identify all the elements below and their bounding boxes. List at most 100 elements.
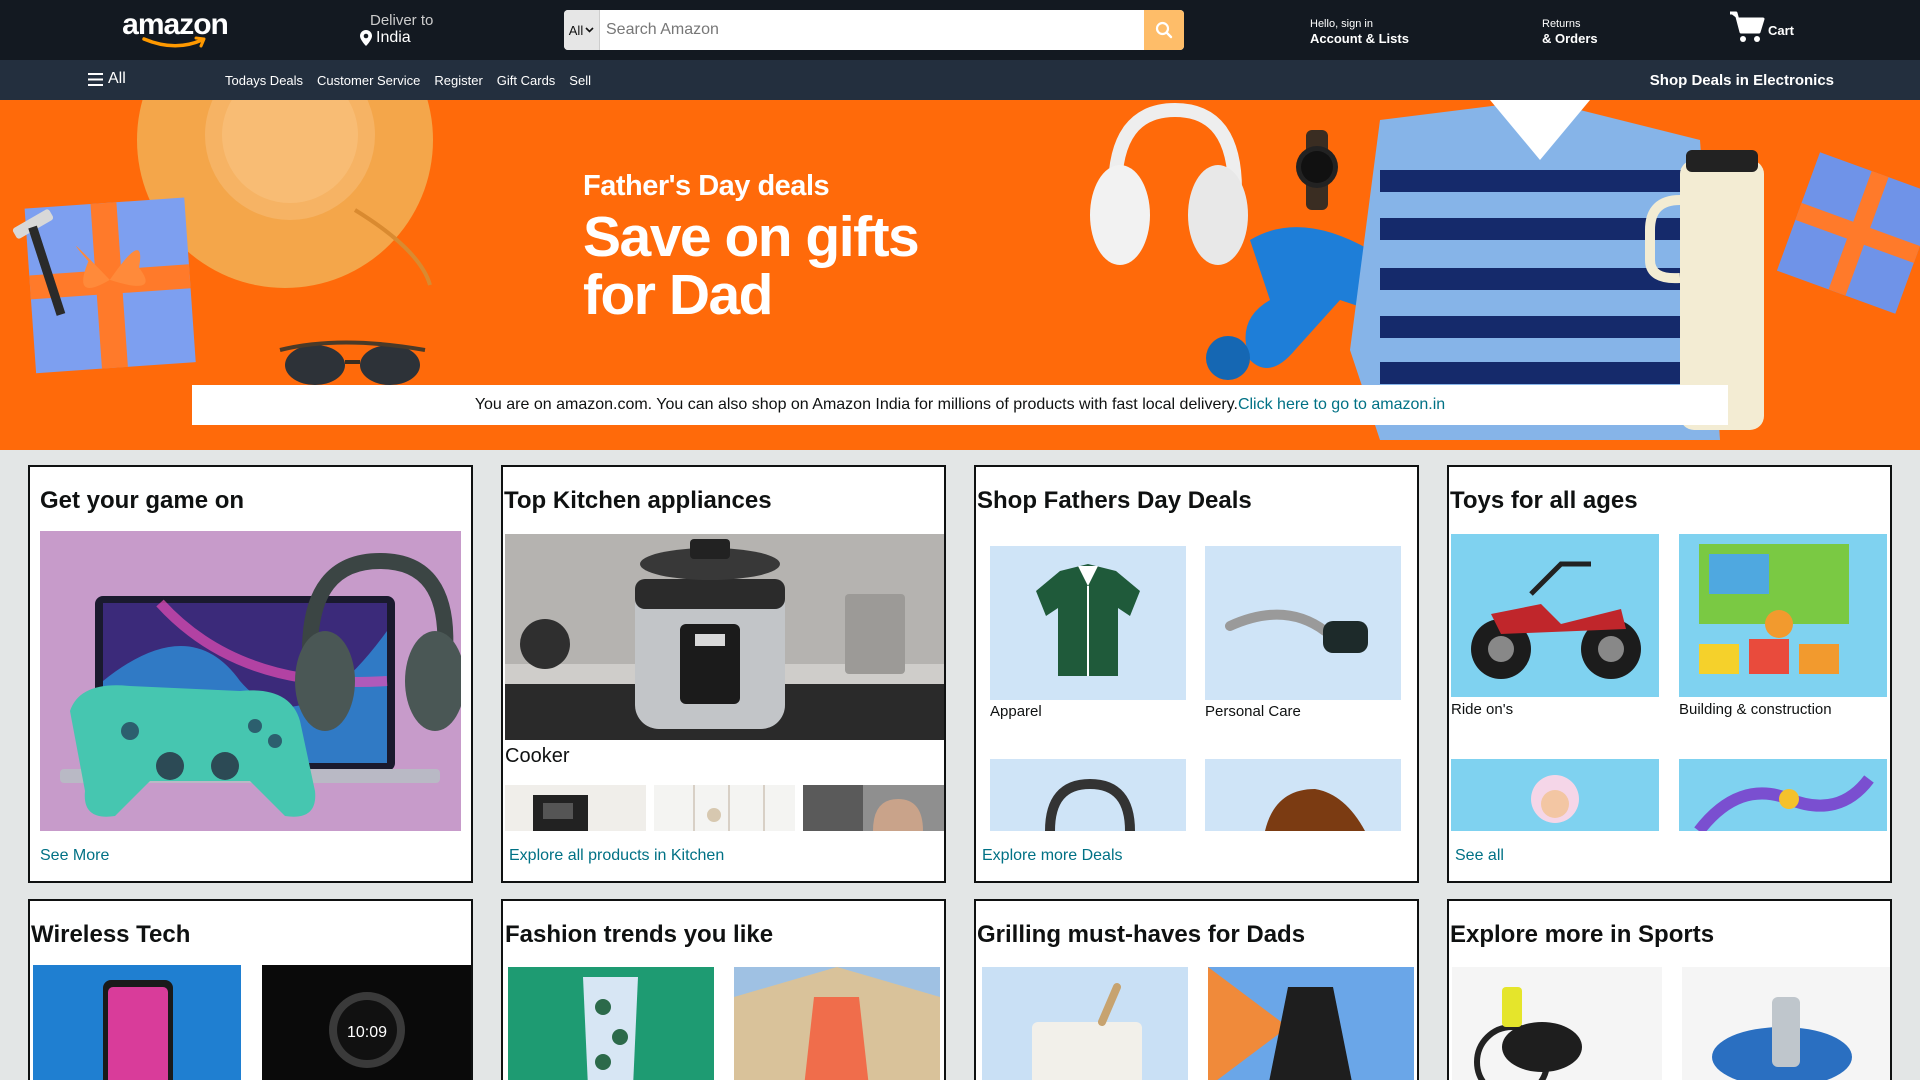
svg-text:10:09: 10:09: [347, 1024, 387, 1041]
top-illustration: [734, 967, 940, 1080]
subnav-link-todays-deals[interactable]: Todays Deals: [225, 73, 303, 88]
card-title: Top Kitchen appliances: [504, 487, 772, 514]
subnav-links: Todays Deals Customer Service Register G…: [225, 73, 591, 88]
hero-banner[interactable]: Father's Day deals Save on gifts for Dad…: [0, 100, 1920, 450]
hero-subtitle: Father's Day deals: [583, 170, 830, 202]
bike-helmet-illustration: [1474, 987, 1582, 1080]
phone-illustration: [103, 980, 173, 1080]
tile-bottle[interactable]: [1682, 967, 1890, 1080]
card-grilling: Grilling must-haves for Dads: [974, 899, 1419, 1080]
hero-title-line1: Save on gifts: [583, 205, 920, 269]
card-link-see-more[interactable]: See More: [40, 847, 109, 865]
location-pin-icon: [360, 30, 372, 46]
card-game: Get your game on See More: [28, 465, 473, 883]
kitchen-thumb-shelf[interactable]: [654, 785, 795, 831]
gaming-illustration: [40, 531, 461, 831]
card-fashion: Fashion trends you like: [501, 899, 946, 1080]
derma-roller-illustration: [1225, 609, 1368, 653]
shoe-illustration: [1265, 789, 1365, 831]
dress-illustration: [583, 977, 638, 1080]
top-navbar: amazon Deliver to India All H: [0, 0, 1920, 60]
deliver-to[interactable]: Deliver to India: [360, 12, 433, 47]
cooker-image[interactable]: [505, 534, 944, 740]
gaming-image[interactable]: [40, 531, 461, 831]
account-lists[interactable]: Hello, sign in Account & Lists: [1310, 17, 1409, 47]
tile-building[interactable]: [1679, 534, 1887, 697]
sub-navbar: All Todays Deals Customer Service Regist…: [0, 60, 1920, 100]
smartwatch-illustration: 10:09: [329, 992, 405, 1068]
subnav-link-customer-service[interactable]: Customer Service: [317, 73, 420, 88]
subnav-link-sell[interactable]: Sell: [569, 73, 591, 88]
tile-caption-personal-care: Personal Care: [1205, 703, 1301, 720]
card-link-explore-deals[interactable]: Explore more Deals: [982, 847, 1123, 865]
locale-notice: You are on amazon.com. You can also shop…: [192, 385, 1728, 425]
card-toys: Toys for all ages Ride on's Building & c…: [1447, 465, 1892, 883]
card-link-see-all[interactable]: See all: [1455, 847, 1504, 865]
tile-smartwatch[interactable]: 10:09: [262, 965, 471, 1080]
tile-track[interactable]: [1679, 759, 1887, 831]
bottle-illustration: [1712, 997, 1852, 1080]
search-bar: All: [564, 10, 1184, 50]
card-title: Shop Fathers Day Deals: [977, 487, 1252, 514]
search-category-label: All: [568, 22, 584, 38]
tile-fashion-top[interactable]: [734, 967, 940, 1080]
card-title: Get your game on: [40, 487, 245, 514]
amazon-logo[interactable]: amazon: [122, 4, 229, 56]
hamburger-menu-icon: [88, 72, 103, 86]
tile-ride-ons[interactable]: [1451, 534, 1659, 697]
hero-title: Save on gifts for Dad: [583, 205, 920, 327]
kettle-illustration: [803, 785, 923, 831]
card-link-explore-kitchen[interactable]: Explore all products in Kitchen: [509, 847, 724, 865]
headphone-illustration: [1045, 778, 1135, 831]
tile-apron[interactable]: [1208, 967, 1414, 1080]
tile-grill-pan[interactable]: [982, 967, 1188, 1080]
coffee-machine-illustration: [533, 795, 588, 831]
tile-dolls[interactable]: [1451, 759, 1659, 831]
search-icon: [1155, 21, 1173, 39]
deliver-location: India: [376, 29, 411, 46]
kitchen-thumb-coffee[interactable]: [505, 785, 646, 831]
tile-headphones[interactable]: [990, 759, 1186, 831]
tile-apparel[interactable]: [990, 546, 1186, 700]
all-menu-label: All: [108, 70, 126, 87]
subnav-promo-link[interactable]: Shop Deals in Electronics: [1650, 72, 1834, 89]
tile-phone[interactable]: [33, 965, 241, 1080]
search-category-select[interactable]: All: [564, 10, 600, 50]
deliver-label: Deliver to: [370, 12, 434, 29]
card-sports: Explore more in Sports: [1447, 899, 1892, 1080]
card-title: Wireless Tech: [31, 921, 191, 948]
tile-caption-building: Building & construction: [1679, 701, 1832, 718]
card-title: Grilling must-haves for Dads: [977, 921, 1306, 948]
all-menu-button[interactable]: All: [88, 70, 126, 88]
card-fathers-day: Shop Fathers Day Deals Apparel Personal …: [974, 465, 1419, 883]
kitchen-thumb-kettle[interactable]: [803, 785, 944, 831]
card-kitchen: Top Kitchen appliances Cooker Explore al…: [501, 465, 946, 883]
tile-fashion-dress[interactable]: [508, 967, 714, 1080]
track-toy-illustration: [1694, 775, 1874, 831]
search-button[interactable]: [1144, 10, 1184, 50]
atv-illustration: [1471, 561, 1641, 679]
apron-illustration: [1208, 967, 1352, 1080]
cart-icon: [1730, 11, 1765, 42]
subnav-link-register[interactable]: Register: [434, 73, 482, 88]
returns-label: & Orders: [1542, 31, 1598, 46]
cart-button[interactable]: Cart: [1728, 10, 1794, 44]
card-wireless: Wireless Tech 10:09: [28, 899, 473, 1080]
lego-illustration: [1699, 544, 1849, 674]
locale-notice-link[interactable]: Click here to go to amazon.in: [1238, 396, 1445, 414]
returns-orders[interactable]: Returns & Orders: [1542, 17, 1598, 47]
subnav-link-gift-cards[interactable]: Gift Cards: [497, 73, 556, 88]
card-title: Toys for all ages: [1450, 487, 1638, 514]
tile-personal-care[interactable]: [1205, 546, 1401, 700]
returns-small: Returns: [1542, 18, 1581, 30]
tile-caption-ride-ons: Ride on's: [1451, 701, 1514, 718]
account-label: Account & Lists: [1310, 31, 1409, 46]
hero-title-line2: for Dad: [583, 263, 774, 327]
tile-bike[interactable]: [1452, 967, 1662, 1080]
search-input[interactable]: [600, 10, 1144, 50]
kitchen-shelf-illustration: [693, 785, 765, 831]
tile-shoes[interactable]: [1205, 759, 1401, 831]
tile-caption-apparel: Apparel: [990, 703, 1042, 720]
card-title: Fashion trends you like: [505, 921, 774, 948]
chevron-down-icon: [585, 27, 594, 33]
